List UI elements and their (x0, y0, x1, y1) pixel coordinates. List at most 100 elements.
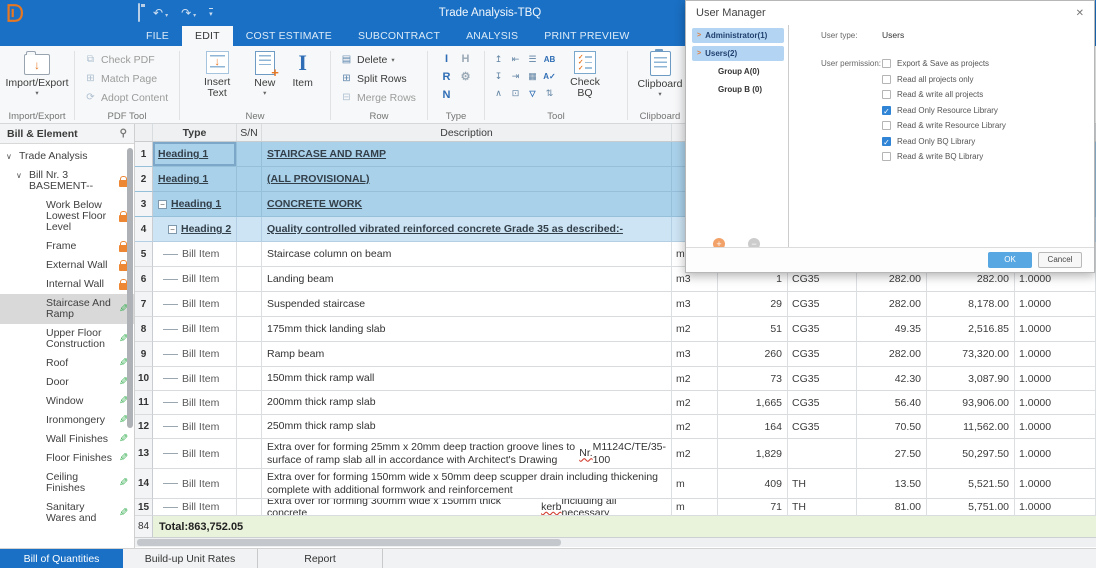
match-page-button[interactable]: ⊞ Match Page (83, 70, 179, 87)
checkbox-unchecked-icon[interactable] (882, 90, 891, 100)
permission-item[interactable]: Read & write Resource Library (882, 118, 1006, 134)
checkbox-unchecked-icon[interactable] (882, 74, 891, 84)
sidebar-item-ceiling-finishes[interactable]: Ceiling Finishes ✎ (0, 468, 134, 498)
table-update-icon[interactable]: ▦ (524, 68, 541, 85)
sidebar-item-door[interactable]: Door ✎ (0, 373, 134, 392)
sidebar-item-frame[interactable]: Frame (0, 237, 134, 256)
sidebar-item-external-wall[interactable]: External Wall (0, 256, 134, 275)
table-row[interactable]: 8 Bill Item 175mm thick landing slab m2 51 CG… (135, 317, 1096, 342)
sidebar-item-label: Upper Floor Construction (46, 327, 105, 350)
shift-right-icon[interactable]: ⇥ (507, 68, 524, 85)
sidebar-item-bill-nr-3-basement[interactable]: ∨ Bill Nr. 3 BASEMENT-- (0, 166, 134, 196)
rate-type-icon[interactable]: R (437, 68, 456, 86)
renumber-icon[interactable]: ⇅ (541, 85, 558, 102)
description-cell: Extra over for forming 25mm x 20mm deep … (262, 439, 672, 469)
table-row[interactable]: 10 Bill Item 150mm thick ramp wall m2 73 CG35… (135, 367, 1096, 391)
horizontal-scrollbar-thumb[interactable] (137, 539, 561, 546)
note-type-icon[interactable]: N (437, 86, 456, 104)
collapse-icon[interactable]: − (158, 199, 167, 209)
code-cell (788, 439, 857, 469)
tab-build-up-unit-rates[interactable]: Build-up Unit Rates (123, 549, 258, 568)
sidebar-item-staircase-and-ramp[interactable]: Staircase And Ramp ✎ (0, 294, 134, 324)
ribbon-tab-file[interactable]: FILE (133, 26, 182, 46)
insert-text-button[interactable]: ↓ Insert Text (197, 46, 237, 99)
sidebar-item-floor-finishes[interactable]: Floor Finishes ✎ (0, 449, 134, 468)
clipboard-button[interactable]: Clipboard ▾ (628, 46, 692, 98)
filter-icon[interactable]: ▽ (524, 85, 541, 102)
merge-rows-button[interactable]: ⊟ Merge Rows (339, 89, 427, 106)
sidebar-item-window[interactable]: Window ✎ (0, 392, 134, 411)
delete-rows-button[interactable]: ▤ Delete ▾ (339, 51, 427, 68)
sidebar-item-sanitary-wares-and[interactable]: Sanitary Wares and ✎ (0, 498, 134, 528)
item-type-icon[interactable]: I (437, 50, 456, 68)
tree-connector (163, 253, 178, 255)
table-row[interactable]: 13 Bill Item Extra over for forming 25mm x… (135, 439, 1096, 469)
checkbox-unchecked-icon[interactable] (882, 121, 891, 131)
user-group-administrator-1[interactable]: > Administrator(1) (692, 28, 784, 43)
ok-button[interactable]: OK (988, 252, 1032, 268)
checkbox-unchecked-icon[interactable] (882, 152, 891, 162)
check-bq-button[interactable]: ✓ ✓ ✓ Check BQ (560, 46, 610, 102)
permission-item[interactable]: Read all projects only (882, 72, 1006, 88)
table-row[interactable]: 7 Bill Item Suspended staircase m3 29 CG35 282… (135, 292, 1096, 317)
button-label: Merge Rows (357, 91, 416, 104)
ribbon-tab-edit[interactable]: EDIT (181, 26, 233, 46)
ribbon-tab-cost-estimate[interactable]: COST ESTIMATE (233, 26, 345, 46)
permission-item[interactable]: ✓ Read Only Resource Library (882, 103, 1006, 119)
collapse-panel-icon[interactable]: ∧ (490, 85, 507, 102)
sidebar-item-ironmongery[interactable]: Ironmongery ✎ (0, 411, 134, 430)
sidebar-item-roof[interactable]: Roof ✎ (0, 354, 134, 373)
table-row[interactable]: 9 Bill Item Ramp beam m3 260 CG35 282.00 73,320… (135, 342, 1096, 367)
adopt-content-button[interactable]: ⟳ Adopt Content (83, 89, 179, 106)
check-pdf-button[interactable]: ⧉ Check PDF (83, 51, 179, 68)
sidebar-item-upper-floor-construction[interactable]: Upper Floor Construction ✎ (0, 324, 134, 354)
sidebar-item-internal-wall[interactable]: Internal Wall (0, 275, 134, 294)
ribbon-tab-analysis[interactable]: ANALYSIS (453, 26, 531, 46)
user-group-label: Group B (0) (718, 85, 762, 94)
checkbox-unchecked-icon[interactable] (882, 59, 891, 69)
import-export-button[interactable]: ↓ Import/Export ▾ (0, 46, 74, 97)
dropdown-cell-icon[interactable]: ⊡ (507, 85, 524, 102)
tab-report[interactable]: Report (258, 549, 383, 568)
heading-type-icon[interactable]: H (456, 50, 475, 68)
move-top-icon[interactable]: ↥ (490, 51, 507, 68)
sidebar-item-work-below-lowest-floor-level[interactable]: Work Below Lowest Floor Level (0, 196, 134, 237)
permission-item[interactable]: Export & Save as projects (882, 56, 1006, 72)
checkbox-checked-icon[interactable]: ✓ (882, 136, 891, 147)
new-button[interactable]: + New ▾ (254, 46, 279, 99)
ribbon-tab-subcontract[interactable]: SUBCONTRACT (345, 26, 453, 46)
user-group-users-2[interactable]: > Users(2) (692, 46, 784, 61)
permission-item[interactable]: Read & write BQ Library (882, 149, 1006, 165)
item-button[interactable]: I Item (292, 46, 312, 99)
table-row[interactable]: 14 Bill Item Extra over for forming 150mm … (135, 469, 1096, 499)
close-icon[interactable]: ✕ (1076, 8, 1084, 19)
sidebar-scrollbar-thumb[interactable] (127, 148, 133, 428)
tab-bill-of-quantities[interactable]: Bill of Quantities (0, 549, 123, 568)
sn-cell (237, 367, 262, 391)
table-row[interactable]: 11 Bill Item 200mm thick ramp slab m2 1,665 C… (135, 391, 1096, 415)
table-row[interactable]: 12 Bill Item 250mm thick ramp slab m2 164 CG3… (135, 415, 1096, 439)
permission-item[interactable]: Read & write all projects (882, 87, 1006, 103)
amount-cell: 5,521.50 (927, 469, 1015, 499)
user-group-group-a-0[interactable]: Group A(0) (692, 64, 784, 79)
ribbon-tab-print-preview[interactable]: PRINT PREVIEW (531, 26, 642, 46)
sidebar-item-trade-analysis[interactable]: ∨ Trade Analysis (0, 147, 134, 166)
split-rows-icon: ⊞ (342, 73, 351, 84)
move-bottom-icon[interactable]: ↧ (490, 68, 507, 85)
pin-icon[interactable]: ⚲ (120, 128, 127, 139)
cancel-button[interactable]: Cancel (1038, 252, 1082, 268)
collapse-icon[interactable]: − (168, 224, 177, 234)
user-group-group-b-0[interactable]: Group B (0) (692, 82, 784, 97)
split-rows-button[interactable]: ⊞ Split Rows (339, 70, 427, 87)
type-settings-icon[interactable]: ⚙ (456, 68, 475, 86)
horizontal-scrollbar[interactable] (135, 538, 1096, 547)
permission-item[interactable]: ✓ Read Only BQ Library (882, 134, 1006, 150)
list-options-icon[interactable]: ☰ (524, 51, 541, 68)
table-row[interactable]: 15 Bill Item Extra over for forming 300mm … (135, 499, 1096, 516)
sidebar-item-wall-finishes[interactable]: Wall Finishes ✎ (0, 430, 134, 449)
chevron-right-icon: > (697, 32, 702, 39)
spellcheck-icon[interactable]: A✓ (541, 68, 558, 85)
checkbox-checked-icon[interactable]: ✓ (882, 105, 891, 116)
shift-left-icon[interactable]: ⇤ (507, 51, 524, 68)
text-style-icon[interactable]: AB (541, 51, 558, 68)
